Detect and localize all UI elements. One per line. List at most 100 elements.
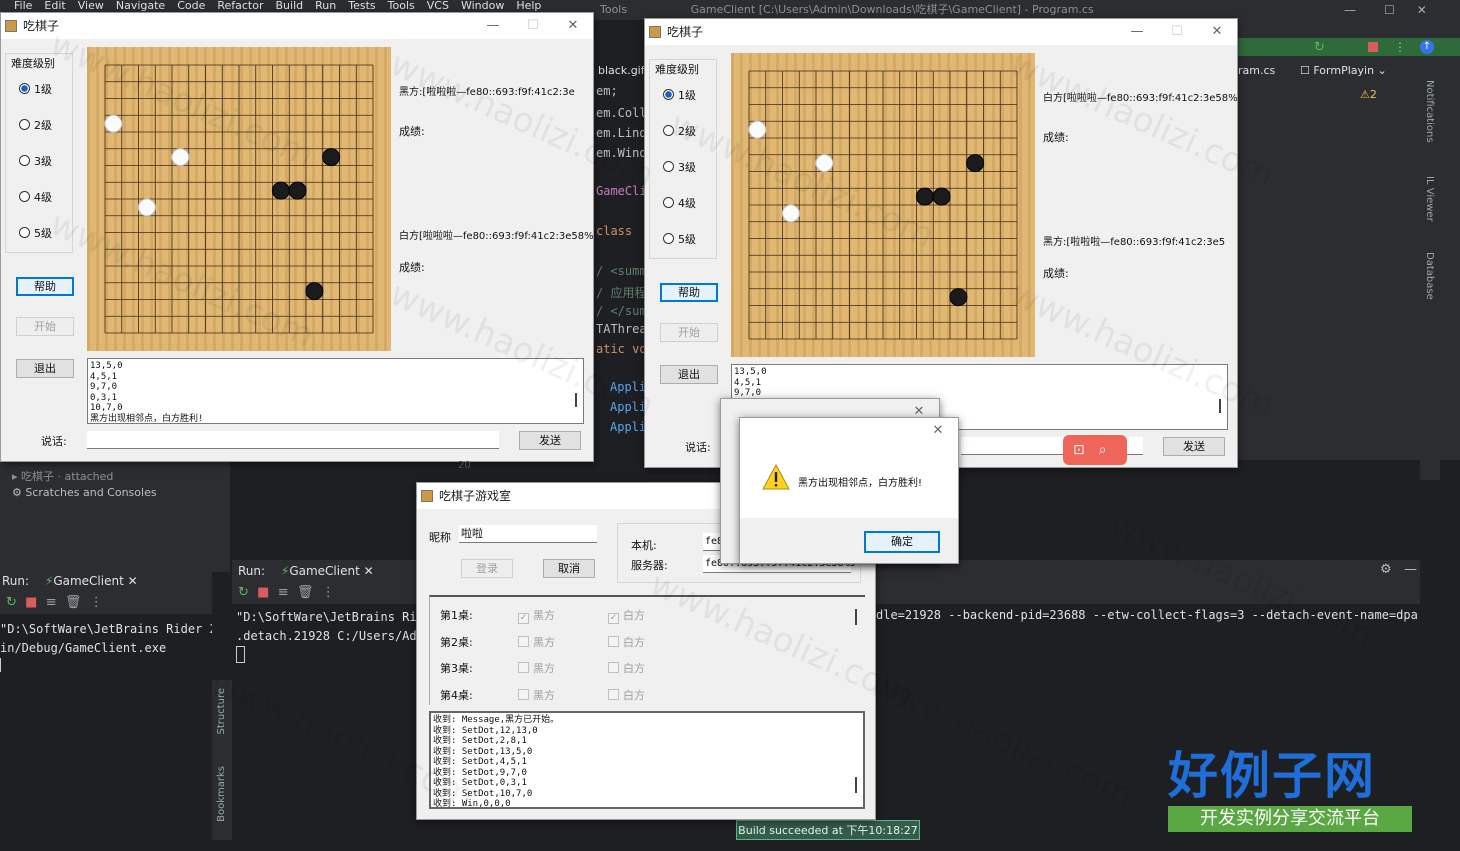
- layout-icon[interactable]: ≡: [46, 595, 57, 610]
- more-icon[interactable]: ⋮: [1394, 40, 1406, 54]
- lobby-log[interactable]: 收到: Message,黑方已开始。 收到: SetDot,12,13,0 收到…: [429, 711, 865, 809]
- help-button[interactable]: 帮助: [660, 283, 718, 302]
- menu-tests[interactable]: Tests: [348, 0, 375, 12]
- game-board[interactable]: [87, 47, 391, 351]
- console-main[interactable]: "D:\SoftWare\JetBrains Rid .detach.21928…: [236, 608, 416, 688]
- menu-tools-2[interactable]: Tools: [600, 3, 627, 16]
- level-radio-3[interactable]: 3级: [19, 153, 52, 169]
- update-icon[interactable]: ↑: [1420, 40, 1434, 54]
- message-log[interactable]: 13,5,0 4,5,1 9,7,0 0,3,1 10,7,0 黑方出现相邻点，…: [87, 358, 584, 424]
- console-left[interactable]: "D:\SoftWare\JetBrains Rider 2 in/Debug/…: [0, 620, 212, 700]
- maximize-icon[interactable]: ☐: [513, 13, 553, 39]
- white-stone[interactable]: [104, 114, 123, 133]
- stop-icon[interactable]: ■: [25, 595, 37, 610]
- minimize-icon[interactable]: —: [473, 13, 513, 39]
- run-tab-left[interactable]: ⚡GameClient ✕: [45, 574, 138, 588]
- menu-code[interactable]: Code: [177, 0, 205, 12]
- menu-run[interactable]: Run: [315, 0, 336, 12]
- more-icon[interactable]: ⋮: [322, 585, 335, 600]
- game-board[interactable]: [731, 53, 1035, 357]
- close-icon[interactable]: ✕: [1417, 3, 1427, 17]
- seat-white-checkbox[interactable]: 白方: [608, 660, 698, 676]
- start-button[interactable]: 开始: [660, 323, 718, 342]
- chevron-down-icon[interactable]: ⌄: [1374, 64, 1387, 77]
- start-button[interactable]: 开始: [16, 317, 74, 336]
- exit-button[interactable]: 退出: [660, 365, 718, 384]
- white-stone[interactable]: [171, 148, 190, 167]
- tree-item-scratches[interactable]: ⚙ Scratches and Consoles: [12, 486, 157, 499]
- scrollbar[interactable]: [1219, 399, 1221, 413]
- level-radio-2[interactable]: 2级: [19, 117, 52, 133]
- menu-view[interactable]: View: [78, 0, 104, 12]
- white-stone[interactable]: [748, 120, 767, 139]
- trash-icon[interactable]: 🗑: [297, 585, 314, 600]
- close-icon[interactable]: ✕: [553, 13, 593, 39]
- level-radio-4[interactable]: 4级: [19, 189, 52, 205]
- ocr-icon[interactable]: ⊡: [1073, 442, 1085, 458]
- send-button[interactable]: 发送: [519, 431, 581, 450]
- black-stone[interactable]: [915, 187, 934, 206]
- il-viewer-tab[interactable]: IL Viewer: [1424, 176, 1435, 222]
- scrollbar[interactable]: [575, 393, 577, 407]
- seat-black-checkbox[interactable]: ✓ 黑方: [518, 607, 608, 624]
- minimize-icon[interactable]: —: [1344, 3, 1356, 17]
- gear-icon[interactable]: ⚙: [1380, 562, 1392, 577]
- notifications-tab[interactable]: Notifications: [1424, 80, 1435, 143]
- level-radio-1[interactable]: 1级: [19, 81, 52, 97]
- cancel-button[interactable]: 取消: [543, 559, 595, 578]
- level-radio-3[interactable]: 3级: [663, 159, 696, 175]
- maximize-icon[interactable]: ☐: [1157, 19, 1197, 45]
- close-icon[interactable]: ✕: [1197, 19, 1237, 45]
- menu-file[interactable]: File: [14, 0, 32, 12]
- seat-white-checkbox[interactable]: 白方: [608, 634, 698, 650]
- menu-help[interactable]: Help: [516, 0, 541, 12]
- tab-program-cs[interactable]: ram.cs: [1238, 64, 1275, 77]
- ok-button[interactable]: 确定: [864, 531, 940, 553]
- seat-white-checkbox[interactable]: ✓ 白方: [608, 607, 698, 624]
- rerun-icon[interactable]: ↻: [238, 585, 249, 600]
- talk-input[interactable]: [87, 431, 499, 449]
- seat-black-checkbox[interactable]: 黑方: [518, 634, 608, 650]
- black-stone[interactable]: [932, 187, 951, 206]
- menu-window[interactable]: Window: [461, 0, 504, 12]
- bookmarks-tab[interactable]: Bookmarks: [216, 766, 227, 822]
- black-stone[interactable]: [305, 282, 324, 301]
- rerun-icon[interactable]: ↻: [1314, 40, 1325, 55]
- login-button[interactable]: 登录: [461, 559, 513, 578]
- maximize-icon[interactable]: ☐: [1384, 3, 1395, 17]
- level-radio-5[interactable]: 5级: [19, 225, 52, 241]
- menu-tools[interactable]: Tools: [388, 0, 415, 12]
- menu-build[interactable]: Build: [276, 0, 304, 12]
- stop-icon[interactable]: ■: [257, 585, 269, 600]
- layout-icon[interactable]: ≡: [278, 585, 289, 600]
- close-icon[interactable]: ✕: [918, 418, 958, 444]
- structure-tab[interactable]: Structure: [216, 688, 227, 735]
- warning-count[interactable]: ⚠2: [1360, 88, 1377, 101]
- tree-item-attached[interactable]: ▸ 吃棋子 · attached: [12, 468, 113, 484]
- menu-refactor[interactable]: Refactor: [217, 0, 263, 12]
- rerun-icon[interactable]: ↻: [6, 595, 17, 610]
- seat-white-checkbox[interactable]: 白方: [608, 687, 698, 703]
- search-icon[interactable]: ⌕: [1099, 442, 1107, 458]
- scrollbar[interactable]: [855, 609, 857, 625]
- tables-panel[interactable]: 第1桌: ✓ 黑方 ✓ 白方 第2桌: 黑方 白方 第3桌: 黑方 白方 第4桌: 黑方 白方: [429, 595, 865, 705]
- white-stone[interactable]: [815, 154, 834, 173]
- menu-navigate[interactable]: Navigate: [116, 0, 165, 12]
- menu-vcs[interactable]: VCS: [427, 0, 449, 12]
- help-button[interactable]: 帮助: [16, 277, 74, 296]
- level-radio-5[interactable]: 5级: [663, 231, 696, 247]
- run-tab-main[interactable]: ⚡GameClient ✕: [281, 564, 374, 578]
- database-tab[interactable]: Database: [1424, 252, 1435, 300]
- more-icon[interactable]: ⋮: [90, 595, 103, 610]
- minimize-icon[interactable]: —: [1117, 19, 1157, 45]
- scrollbar[interactable]: [855, 777, 857, 793]
- minimize-panel-icon[interactable]: —: [1404, 562, 1417, 577]
- level-radio-2[interactable]: 2级: [663, 123, 696, 139]
- black-stone[interactable]: [322, 148, 341, 167]
- editor-tab-black-gif[interactable]: black.gif: [598, 64, 645, 77]
- white-stone[interactable]: [781, 204, 800, 223]
- black-stone[interactable]: [271, 181, 290, 200]
- exit-button[interactable]: 退出: [16, 359, 74, 378]
- trash-icon[interactable]: 🗑: [65, 595, 82, 610]
- seat-black-checkbox[interactable]: 黑方: [518, 687, 608, 703]
